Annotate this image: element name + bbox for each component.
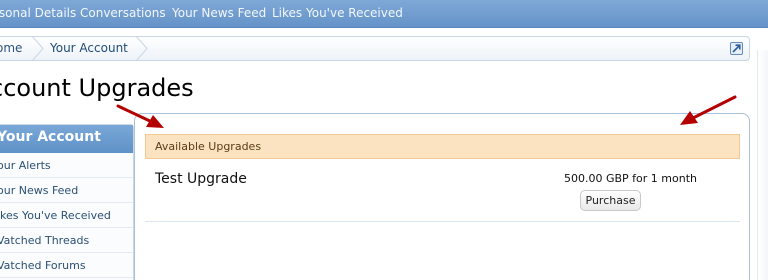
upgrade-name: Test Upgrade bbox=[155, 171, 247, 187]
sidebar-heading[interactable]: Your Account bbox=[0, 125, 133, 153]
breadcrumb-home[interactable]: ome bbox=[0, 41, 22, 55]
right-sidebar-edge bbox=[757, 50, 768, 280]
sidebar-item-likes-received[interactable]: ikes You've Received bbox=[0, 203, 133, 228]
breadcrumb: ome Your Account bbox=[0, 36, 750, 61]
upgrade-item: Test Upgrade 500.00 GBP for 1 month Purc… bbox=[145, 162, 740, 222]
breadcrumb-separator-icon bbox=[135, 36, 148, 61]
jump-to-icon[interactable] bbox=[730, 42, 743, 55]
sidebar-item-alerts[interactable]: our Alerts bbox=[0, 153, 133, 178]
available-upgrades-heading: Available Upgrades bbox=[145, 134, 740, 159]
purchase-button[interactable]: Purchase bbox=[580, 190, 641, 211]
upgrades-panel: Available Upgrades Test Upgrade 500.00 G… bbox=[134, 113, 750, 280]
nav-tab-likes-received[interactable]: Likes You've Received bbox=[272, 6, 403, 20]
nav-tab-conversations[interactable]: Conversations bbox=[80, 6, 166, 20]
nav-tab-personal-details[interactable]: rsonal Details bbox=[0, 6, 76, 20]
top-navigation: rsonal Details Conversations Your News F… bbox=[0, 0, 768, 28]
sidebar-item-news-feed[interactable]: our News Feed bbox=[0, 178, 133, 203]
breadcrumb-your-account[interactable]: Your Account bbox=[50, 41, 128, 55]
account-sidebar: Your Account our Alerts our News Feed ik… bbox=[0, 124, 134, 280]
breadcrumb-separator-icon bbox=[31, 36, 44, 61]
account-upgrades-page: rsonal Details Conversations Your News F… bbox=[0, 0, 768, 280]
page-title: ccount Upgrades bbox=[0, 74, 194, 102]
upgrade-price: 500.00 GBP for 1 month bbox=[563, 172, 697, 185]
sidebar-item-watched-threads[interactable]: Vatched Threads bbox=[0, 228, 133, 253]
nav-tab-news-feed[interactable]: Your News Feed bbox=[172, 6, 266, 20]
sidebar-item-watched-forums[interactable]: Vatched Forums bbox=[0, 253, 133, 278]
